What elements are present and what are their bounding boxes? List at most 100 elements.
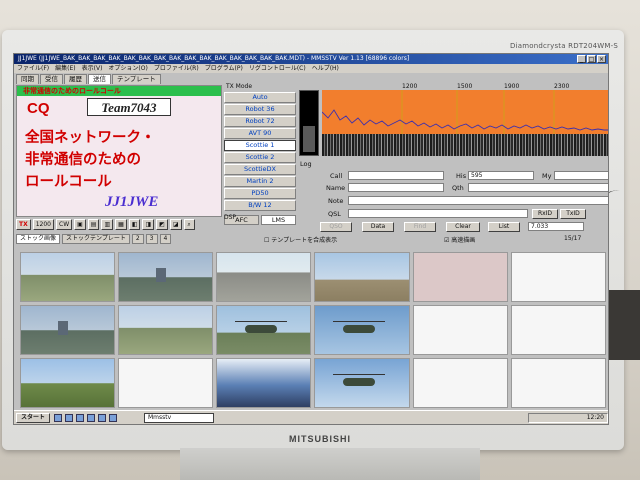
waterfall-display[interactable] xyxy=(322,134,608,156)
lms-button[interactable]: LMS xyxy=(261,215,296,225)
mode-robot72[interactable]: Robot 72 xyxy=(224,116,296,127)
mode-pd50[interactable]: PD50 xyxy=(224,188,296,199)
tx-toolbar: TX 1200 CW ▣ ▤ ▥ ▦ ◧ ◨ ◩ ◪ ⌕ xyxy=(16,218,222,230)
mode-scottie2[interactable]: Scottie 2 xyxy=(224,152,296,163)
tool-icon-4[interactable]: ▦ xyxy=(115,218,127,230)
stock-thumbnail[interactable] xyxy=(20,252,116,302)
stock-thumbnail-empty[interactable] xyxy=(118,358,214,408)
tab-stock-templates[interactable]: ストックテンプレート xyxy=(62,234,130,244)
tool-icon-7[interactable]: ◩ xyxy=(156,218,168,230)
log-panel: Log Call His 595 My Name Qth Note QSL Rx… xyxy=(296,160,608,232)
scale-1200: 1200 xyxy=(402,83,418,90)
note-field[interactable] xyxy=(348,196,608,205)
stock-thumbnail[interactable] xyxy=(118,305,214,355)
stock-thumbnail-empty[interactable] xyxy=(510,305,606,355)
tool-icon-5[interactable]: ◧ xyxy=(128,218,141,230)
menu-help[interactable]: ヘルプ(H) xyxy=(312,64,339,73)
screen: JJ1JWE (JJ1JWE_BAK_BAK_BAK_BAK_BAK_BAK_B… xyxy=(13,53,609,425)
tab-template[interactable]: テンプレート xyxy=(112,74,161,84)
clear-button[interactable]: Clear xyxy=(446,222,480,232)
tool-icon-3[interactable]: ▥ xyxy=(101,218,114,230)
stock-thumbnail[interactable] xyxy=(412,252,508,302)
call-field[interactable] xyxy=(348,171,444,180)
zoom-icon[interactable]: ⌕ xyxy=(183,218,195,230)
tool-icon-6[interactable]: ◨ xyxy=(142,218,155,230)
tx-button[interactable]: TX xyxy=(16,218,31,230)
his-label: His xyxy=(456,172,467,180)
stock-thumbnail-empty[interactable] xyxy=(412,305,508,355)
stock-thumbnail[interactable] xyxy=(314,305,410,355)
stock-thumbnail-empty[interactable] xyxy=(510,252,606,302)
menu-profile[interactable]: プロファイル(R) xyxy=(154,64,199,73)
txid-button[interactable]: TxID xyxy=(560,209,586,219)
stock-thumbnail-empty[interactable] xyxy=(510,358,606,408)
menu-option[interactable]: オプション(O) xyxy=(108,64,147,73)
cw-button[interactable]: CW xyxy=(56,218,73,230)
mode-bw12[interactable]: B/W 12 xyxy=(224,200,296,211)
tab-stock-2[interactable]: 2 xyxy=(131,234,144,244)
spectrum-display[interactable] xyxy=(322,90,608,134)
tab-sync[interactable]: 同期 xyxy=(16,74,39,84)
stock-thumbnail[interactable] xyxy=(216,358,312,408)
quick-launch-icon[interactable] xyxy=(87,414,95,422)
tool-icon-8[interactable]: ◪ xyxy=(169,218,182,230)
monitor-stand xyxy=(180,448,480,480)
data-button[interactable]: Data xyxy=(362,222,394,232)
quick-launch-icon[interactable] xyxy=(109,414,117,422)
stock-thumbnail[interactable] xyxy=(20,305,116,355)
mode-scottiedx[interactable]: ScottieDX xyxy=(224,164,296,175)
qsl-field[interactable] xyxy=(348,209,528,218)
system-tray-clock[interactable]: 12:20 xyxy=(528,413,608,423)
tx-image-panel[interactable]: 非常通信のためのロールコール CQ Team7043 全国ネットワーク・ 非常通… xyxy=(16,85,222,217)
minimize-button[interactable]: _ xyxy=(577,55,586,63)
taskbar-app-mmsstv[interactable]: Mmsstv xyxy=(144,413,214,423)
stock-thumbnail[interactable] xyxy=(314,252,410,302)
tab-history[interactable]: 履歴 xyxy=(64,74,87,84)
menu-edit[interactable]: 編集(E) xyxy=(55,64,75,73)
menu-view[interactable]: 表示(V) xyxy=(82,64,103,73)
tab-receive[interactable]: 受信 xyxy=(40,74,63,84)
qso-button[interactable]: QSO xyxy=(320,222,352,232)
quick-launch-icon[interactable] xyxy=(54,414,62,422)
freq-field[interactable]: 7.033 xyxy=(528,222,584,231)
maximize-button[interactable]: □ xyxy=(587,55,596,63)
tab-stock-4[interactable]: 4 xyxy=(159,234,172,244)
tab-stock-images[interactable]: ストック画像 xyxy=(16,234,61,244)
fast-draw-checkbox[interactable]: ☑ 高速描画 xyxy=(444,235,475,244)
start-button[interactable]: スタート xyxy=(16,413,51,423)
mode-auto[interactable]: Auto xyxy=(224,92,296,103)
stock-thumbnail-empty[interactable] xyxy=(412,358,508,408)
stock-thumbnail[interactable] xyxy=(314,358,410,408)
name-field[interactable] xyxy=(348,183,444,192)
stock-thumbnail[interactable] xyxy=(216,305,312,355)
stock-thumbnail[interactable] xyxy=(118,252,214,302)
quick-launch-icon[interactable] xyxy=(65,414,73,422)
tab-transmit[interactable]: 送信 xyxy=(88,74,111,84)
menu-file[interactable]: ファイル(F) xyxy=(17,64,49,73)
spectrum-trace xyxy=(322,90,608,134)
list-button[interactable]: List xyxy=(488,222,520,232)
stock-thumbnail[interactable] xyxy=(216,252,312,302)
tool-icon-2[interactable]: ▤ xyxy=(87,218,100,230)
quick-launch-icon[interactable] xyxy=(98,414,106,422)
mode-robot36[interactable]: Robot 36 xyxy=(224,104,296,115)
tab-stock-3[interactable]: 3 xyxy=(145,234,158,244)
compose-checkbox[interactable]: ☐ テンプレートを合成表示 xyxy=(264,235,337,244)
rxid-button[interactable]: RxID xyxy=(532,209,558,219)
stock-thumbnail[interactable] xyxy=(20,358,116,408)
mode-avt90[interactable]: AVT 90 xyxy=(224,128,296,139)
my-field[interactable] xyxy=(554,171,608,180)
quick-launch-icon[interactable] xyxy=(76,414,84,422)
menu-rigcontrol[interactable]: リグコントロール(C) xyxy=(249,64,306,73)
his-field[interactable]: 595 xyxy=(468,171,534,180)
mode-martin2[interactable]: Martin 2 xyxy=(224,176,296,187)
qth-field[interactable] xyxy=(468,183,608,192)
menu-program[interactable]: プログラム(P) xyxy=(205,64,243,73)
cq-text: CQ xyxy=(27,100,50,117)
tool-icon-1[interactable]: ▣ xyxy=(74,218,86,230)
rate-button[interactable]: 1200 xyxy=(32,218,54,230)
mode-scottie1[interactable]: Scottie 1 xyxy=(224,140,296,151)
find-button[interactable]: Find xyxy=(404,222,436,232)
close-button[interactable]: × xyxy=(597,55,606,63)
message-bar: 非常通信のためのロールコール xyxy=(17,86,221,96)
